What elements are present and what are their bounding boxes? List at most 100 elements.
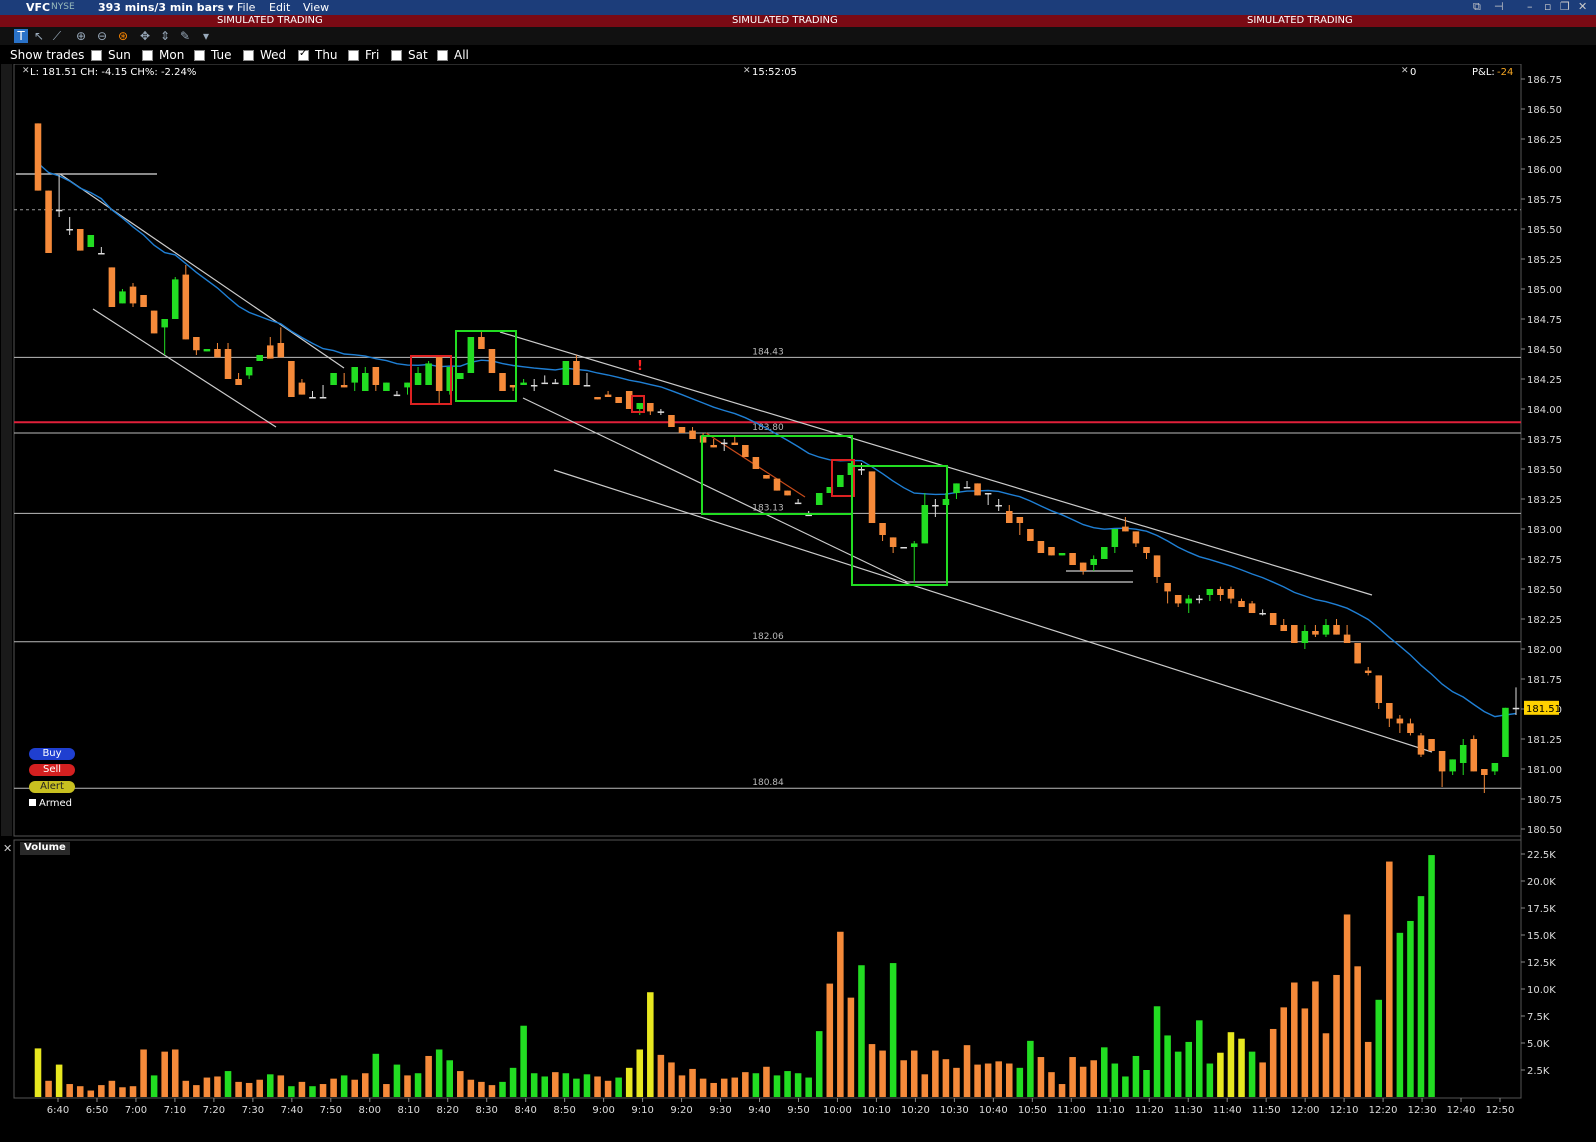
time-tick-label: 6:40 <box>47 1105 69 1116</box>
period-dropdown[interactable]: 393 mins/3 min bars ▾ <box>98 1 233 14</box>
candle-body <box>868 471 876 523</box>
menu-view[interactable]: View <box>303 1 329 14</box>
candle-body <box>1069 553 1076 565</box>
time-tick-label: 10:10 <box>862 1105 891 1116</box>
volume-bar <box>583 1074 591 1097</box>
time-tick-label: 11:30 <box>1174 1105 1203 1116</box>
volume-bar <box>1417 896 1425 1097</box>
candle-body <box>984 493 992 495</box>
trendlines[interactable] <box>16 173 1433 753</box>
time-tick-label: 11:20 <box>1135 1105 1164 1116</box>
draw-line-icon[interactable]: ⟋ <box>50 29 64 43</box>
volume-bar <box>826 983 834 1097</box>
menu-edit[interactable]: Edit <box>269 1 290 14</box>
zoom-out-icon[interactable]: ⊖ <box>95 29 109 43</box>
minimize-icon[interactable]: – <box>1527 0 1533 13</box>
armed-checkbox[interactable] <box>29 799 36 806</box>
close-stats-icon[interactable]: ✕ <box>22 66 30 76</box>
candle-body <box>1206 589 1214 595</box>
volume-bar <box>932 1050 939 1097</box>
menu-file[interactable]: File <box>237 1 255 14</box>
maximize-icon[interactable]: ▫ <box>1544 0 1551 13</box>
close-volume-panel-icon[interactable]: ✕ <box>3 842 12 855</box>
volume-bar <box>773 1075 781 1097</box>
volume-bar <box>942 1059 950 1097</box>
tools-icon[interactable]: ✎ <box>178 29 192 43</box>
pnl-label: P&L: <box>1472 67 1495 78</box>
volume-bar <box>1027 1040 1034 1097</box>
volume-bar <box>435 1049 443 1097</box>
arrow-cursor-icon[interactable]: ↖ <box>32 29 46 43</box>
volume-bar <box>552 1072 559 1097</box>
candle-body <box>1111 529 1119 547</box>
time-tick-label: 11:40 <box>1213 1105 1242 1116</box>
volume-bar <box>393 1064 401 1097</box>
volume-tick-label: 22.5K <box>1527 850 1556 861</box>
volume-bar <box>615 1077 622 1097</box>
pin-icon[interactable]: ⊣ <box>1494 0 1504 13</box>
restore-icon[interactable]: ❐ <box>1560 0 1570 13</box>
volume-bar <box>794 1073 802 1097</box>
checkbox-thu[interactable] <box>298 48 309 61</box>
checkbox-tue[interactable] <box>194 50 205 61</box>
checkbox-sun[interactable] <box>91 50 102 61</box>
volume-bar <box>66 1084 73 1097</box>
green-box-3[interactable] <box>851 465 948 586</box>
alert-button[interactable]: Alert <box>29 781 75 793</box>
time-tick-label: 7:50 <box>320 1105 342 1116</box>
candle-body <box>615 397 622 403</box>
alert-marker-icon: ! <box>637 359 643 374</box>
volume-bar <box>678 1075 686 1097</box>
close-position-icon[interactable]: ✕ <box>1401 66 1409 76</box>
checkbox-mon[interactable] <box>142 50 153 61</box>
level-label: 182.06 <box>752 632 784 642</box>
zoom-in-icon[interactable]: ⊕ <box>74 29 88 43</box>
volume-bar <box>1248 1051 1256 1097</box>
buy-button[interactable]: Buy <box>29 748 75 760</box>
candle-body <box>647 403 654 412</box>
time-tick-label: 12:50 <box>1486 1105 1515 1116</box>
candle-body <box>393 394 401 397</box>
symbol-label[interactable]: VFC <box>26 1 50 14</box>
volume-bar <box>150 1075 158 1097</box>
drag-chart-icon[interactable]: ✥ <box>138 29 152 43</box>
volume-bar <box>1312 981 1319 1097</box>
candle-body <box>467 337 475 373</box>
price-tick-label: 182.00 <box>1527 645 1562 656</box>
close-icon[interactable]: ✕ <box>1578 0 1587 13</box>
crosshair-mode-icon[interactable]: T <box>14 29 28 43</box>
crosshair-icon[interactable]: ⊛ <box>116 29 130 43</box>
armed-toggle[interactable]: Armed <box>29 798 72 809</box>
checkbox-all[interactable] <box>437 50 448 61</box>
checkbox-wed[interactable] <box>243 50 254 61</box>
show-trades-bar: Show trades Sun Mon Tue Wed Thu Fri Sat … <box>0 46 1596 64</box>
candle-body <box>1333 625 1340 635</box>
candle-body <box>1459 745 1467 763</box>
time-tick-label: 9:50 <box>787 1105 809 1116</box>
volume-bar <box>668 1062 675 1097</box>
candle-body <box>552 382 559 385</box>
scale-icon[interactable]: ⇕ <box>158 29 172 43</box>
candle-body <box>351 367 358 383</box>
checkbox-sat[interactable] <box>391 50 402 61</box>
toolbar-more-icon[interactable]: ▾ <box>199 29 213 43</box>
chart-canvas[interactable]: 184.43 183.80 183.13 182.06 180.84 ! 186.75 1… <box>0 64 1596 1142</box>
volume-bar <box>1069 1057 1076 1097</box>
candle-body <box>773 478 781 491</box>
close-clock-icon[interactable]: ✕ <box>743 66 751 76</box>
price-tick-label: 186.00 <box>1527 165 1562 176</box>
time-tick-label: 10:50 <box>1018 1105 1047 1116</box>
candle-body <box>372 367 380 385</box>
candle-body <box>1058 553 1066 556</box>
detach-icon[interactable]: ⧉ <box>1473 0 1481 14</box>
left-scrollbar[interactable] <box>1 64 12 836</box>
sell-button[interactable]: Sell <box>29 764 75 776</box>
candle-body <box>1375 675 1383 703</box>
volume-panel-title: Volume <box>20 842 70 855</box>
volume-bar <box>203 1077 211 1097</box>
price-tick-label: 183.75 <box>1527 435 1562 446</box>
green-box-1[interactable] <box>455 330 517 402</box>
volume-bar <box>1428 855 1435 1097</box>
candle-body <box>214 349 221 358</box>
checkbox-fri[interactable] <box>348 50 359 61</box>
